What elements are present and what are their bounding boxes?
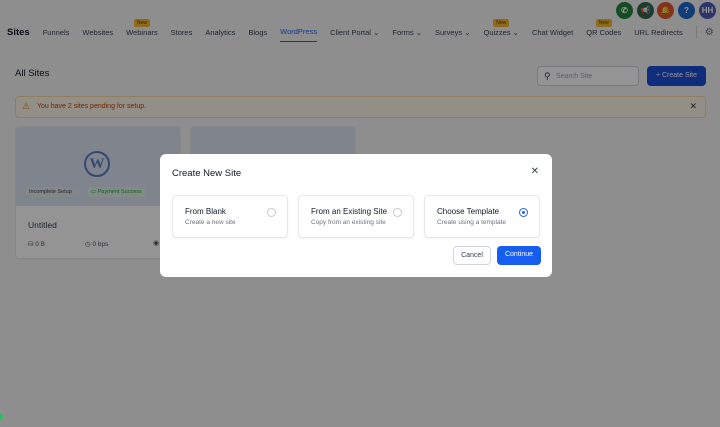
option-choose-template[interactable]: Choose Template Create using a template [424,195,540,238]
radio-button[interactable] [393,208,402,217]
modal-title: Create New Site [172,168,242,179]
option-from-existing[interactable]: From an Existing Site Copy from an existi… [298,195,414,238]
option-subtitle: Create a new site [185,219,236,226]
cancel-button[interactable]: Cancel [453,246,491,265]
close-icon[interactable]: ✕ [531,166,539,177]
continue-button[interactable]: Continue [497,246,541,265]
radio-button[interactable] [519,208,528,217]
radio-button[interactable] [267,208,276,217]
option-title: From Blank [185,207,226,216]
option-from-blank[interactable]: From Blank Create a new site [172,195,288,238]
create-site-modal: Create New Site ✕ From Blank Create a new… [160,154,552,277]
option-subtitle: Create using a template [437,219,507,226]
option-subtitle: Copy from an existing site [311,219,386,226]
option-title: Choose Template [437,207,500,216]
option-title: From an Existing Site [311,207,388,216]
